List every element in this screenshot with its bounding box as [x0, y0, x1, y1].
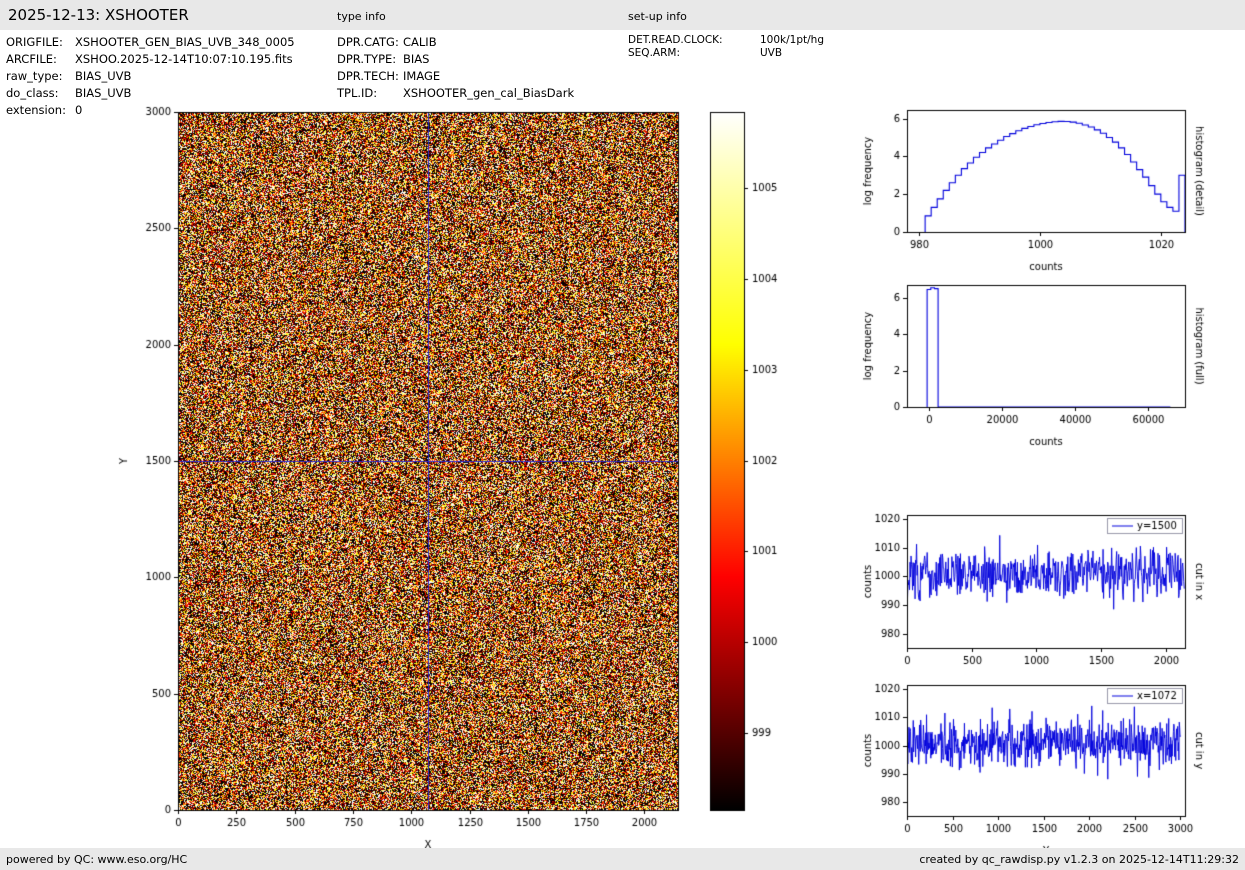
info-key: extension: [6, 102, 75, 119]
histogram-full-plot [850, 272, 1245, 454]
info-row: ORIGFILE:XSHOOTER_GEN_BIAS_UVB_348_0005 [6, 34, 295, 51]
page-title: 2025-12-13: XSHOOTER [8, 6, 189, 24]
type-info-heading: type info [337, 10, 386, 23]
info-row: raw_type:BIAS_UVB [6, 68, 295, 85]
info-row: ARCFILE:XSHOO.2025-12-14T10:07:10.195.fi… [6, 51, 295, 68]
setup-info-heading: set-up info [628, 10, 687, 23]
info-key: SEQ.ARM: [628, 47, 760, 60]
info-row: DPR.CATG:CALIB [337, 34, 574, 51]
info-value: XSHOOTER_GEN_BIAS_UVB_348_0005 [75, 34, 295, 51]
info-key: DPR.CATG: [337, 34, 403, 51]
info-value: BIAS_UVB [75, 68, 131, 85]
info-key: DPR.TECH: [337, 68, 403, 85]
info-row: DPR.TECH:IMAGE [337, 68, 574, 85]
info-key: DET.READ.CLOCK: [628, 34, 760, 47]
header-bar: 2025-12-13: XSHOOTER type info set-up in… [0, 0, 1245, 30]
info-value: BIAS [403, 51, 429, 68]
info-key: ARCFILE: [6, 51, 75, 68]
type-info-list: DPR.CATG:CALIBDPR.TYPE:BIASDPR.TECH:IMAG… [337, 34, 574, 102]
info-value: 0 [75, 102, 82, 119]
info-value: 100k/1pt/hg [760, 34, 824, 47]
info-row: SEQ.ARM:UVB [628, 47, 824, 60]
footer-left: powered by QC: www.eso.org/HC [6, 853, 187, 866]
bias-image-plot [110, 100, 695, 860]
info-value: CALIB [403, 34, 437, 51]
info-key: do_class: [6, 85, 75, 102]
footer-right: created by qc_rawdisp.py v1.2.3 on 2025-… [919, 853, 1239, 866]
info-row: DPR.TYPE:BIAS [337, 51, 574, 68]
footer-bar: powered by QC: www.eso.org/HC created by… [0, 848, 1245, 870]
histogram-detail-plot [850, 100, 1245, 280]
setup-info-list: DET.READ.CLOCK:100k/1pt/hgSEQ.ARM:UVB [628, 34, 824, 60]
cut-in-x-plot [850, 505, 1245, 690]
cut-in-y-plot [850, 673, 1245, 858]
info-row: DET.READ.CLOCK:100k/1pt/hg [628, 34, 824, 47]
info-value: UVB [760, 47, 782, 60]
info-value: XSHOO.2025-12-14T10:07:10.195.fits [75, 51, 293, 68]
info-value: IMAGE [403, 68, 440, 85]
colorbar [700, 100, 810, 830]
info-key: ORIGFILE: [6, 34, 75, 51]
info-key: raw_type: [6, 68, 75, 85]
info-key: DPR.TYPE: [337, 51, 403, 68]
qc-report-page: 2025-12-13: XSHOOTER type info set-up in… [0, 0, 1245, 870]
